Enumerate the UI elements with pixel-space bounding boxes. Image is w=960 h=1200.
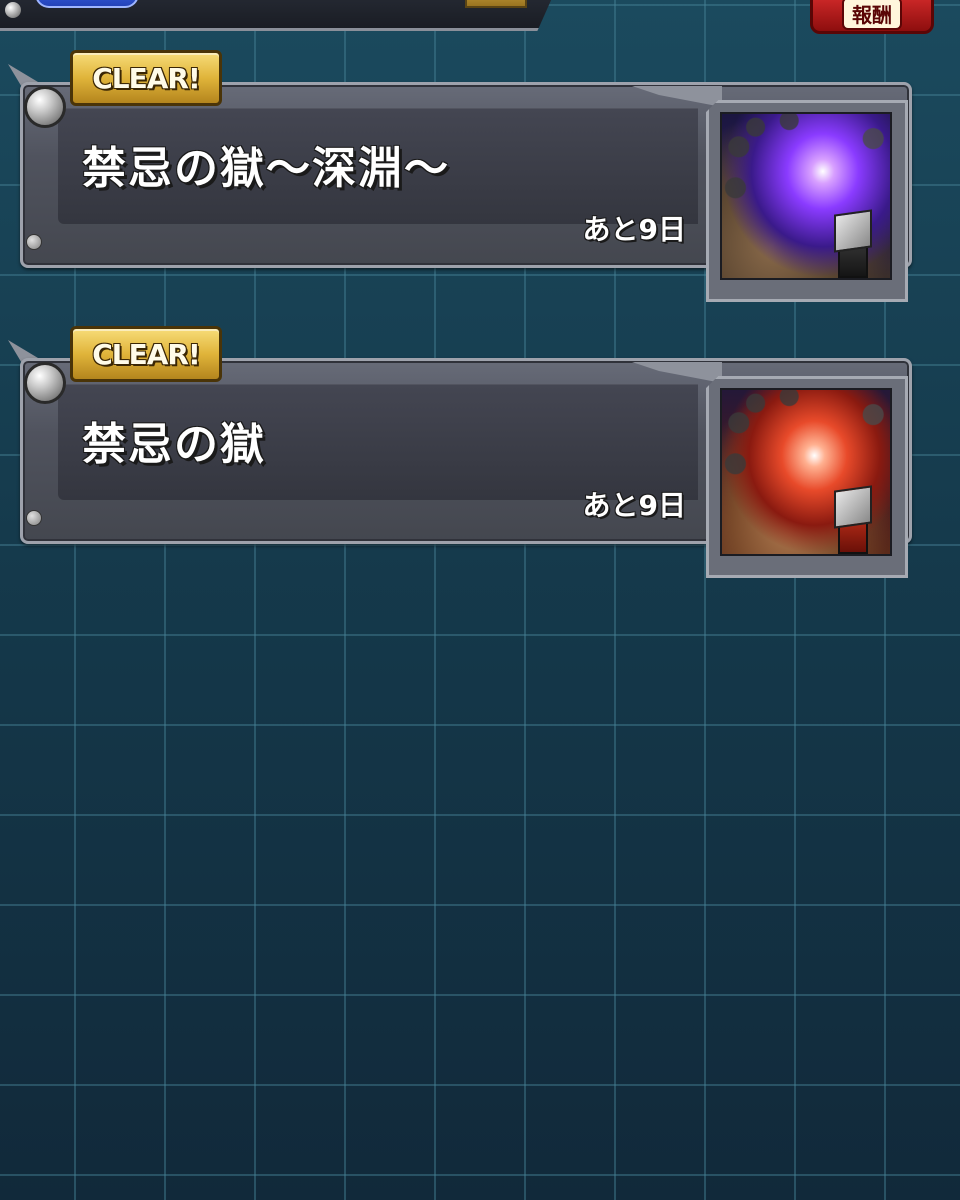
header-gold-button[interactable] xyxy=(465,0,527,8)
clear-badge-label: CLEAR! xyxy=(92,61,201,95)
cube-icon xyxy=(834,209,872,253)
quest-card[interactable]: CLEAR! 禁忌の獄 あと9日 xyxy=(8,326,912,578)
quest-title: 禁忌の獄～深淵～ xyxy=(82,143,450,194)
quest-card[interactable]: CLEAR! 禁忌の獄～深淵～ あと9日 xyxy=(8,50,912,302)
clear-badge: CLEAR! xyxy=(70,50,222,106)
bolt-icon xyxy=(24,362,66,404)
quest-thumbnail-image xyxy=(720,388,892,556)
clear-badge-label: CLEAR! xyxy=(92,337,201,371)
cube-icon xyxy=(834,485,872,529)
reward-button[interactable]: 報酬 xyxy=(810,0,934,34)
quest-remaining-days: あと9日 xyxy=(582,213,686,246)
screw-icon xyxy=(26,510,42,526)
quest-thumbnail-image xyxy=(720,112,892,280)
quest-title: 禁忌の獄 xyxy=(82,419,266,470)
screw-icon xyxy=(26,234,42,250)
top-header-bar xyxy=(0,0,560,31)
bolt-icon xyxy=(24,86,66,128)
clear-badge: CLEAR! xyxy=(70,326,222,382)
reward-label: 報酬 xyxy=(842,0,902,30)
bolt-icon xyxy=(5,2,21,18)
quest-remaining-days: あと9日 xyxy=(582,489,686,522)
header-blue-tab[interactable] xyxy=(35,0,139,8)
